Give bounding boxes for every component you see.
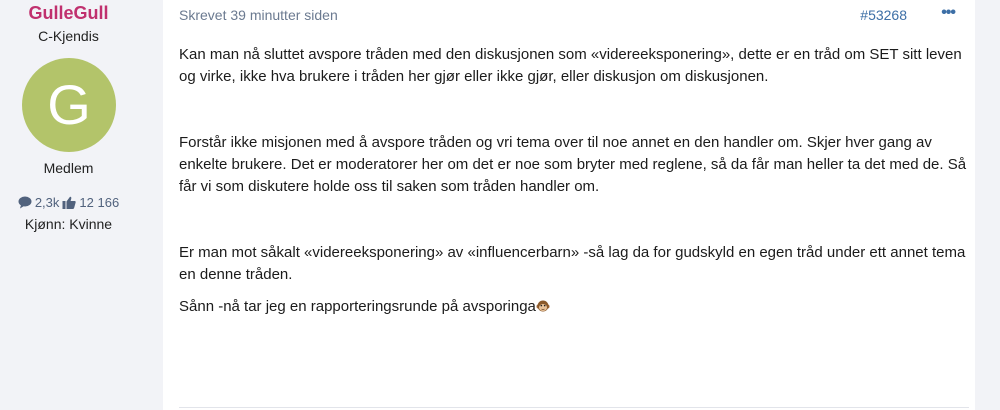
avatar-letter: G bbox=[47, 73, 91, 136]
monkey-face-icon bbox=[536, 300, 550, 312]
post-paragraph: Er man mot såkalt «videreeksponering» av… bbox=[179, 244, 966, 283]
post-paragraph: Forstår ikke misjonen med å avspore tråd… bbox=[179, 134, 967, 195]
more-options-icon[interactable]: ••• bbox=[941, 4, 956, 22]
post-timestamp[interactable]: Skrevet 39 minutter siden bbox=[179, 7, 338, 23]
post-paragraph-last: Sånn -nå tar jeg en rapporteringsrunde p… bbox=[179, 296, 969, 318]
author-group: Medlem bbox=[43, 160, 94, 176]
post-body: Skrevet 39 minutter siden #53268 ••• Kan… bbox=[163, 0, 975, 410]
reactions-count: 12 166 bbox=[79, 195, 120, 210]
posts-count: 2,3k bbox=[34, 195, 60, 210]
author-panel: GulleGull C-Kjendis G Medlem 2,3k 12 166… bbox=[0, 0, 137, 410]
post-paragraph: Kan man nå sluttet avspore tråden med de… bbox=[179, 46, 962, 85]
post-number-link[interactable]: #53268 bbox=[860, 7, 907, 23]
author-title: C-Kjendis bbox=[38, 28, 99, 44]
post-paragraph-text: Sånn -nå tar jeg en rapporteringsrunde p… bbox=[179, 298, 536, 315]
comment-icon bbox=[18, 196, 32, 209]
author-stats: 2,3k 12 166 bbox=[0, 195, 137, 210]
post-footer-divider bbox=[179, 407, 969, 408]
author-gender: Kjønn: Kvinne bbox=[24, 216, 113, 232]
author-username[interactable]: GulleGull bbox=[0, 3, 137, 24]
post-content: Kan man nå sluttet avspore tråden med de… bbox=[179, 44, 969, 318]
thumbs-up-icon bbox=[62, 196, 77, 209]
avatar[interactable]: G bbox=[22, 58, 116, 152]
